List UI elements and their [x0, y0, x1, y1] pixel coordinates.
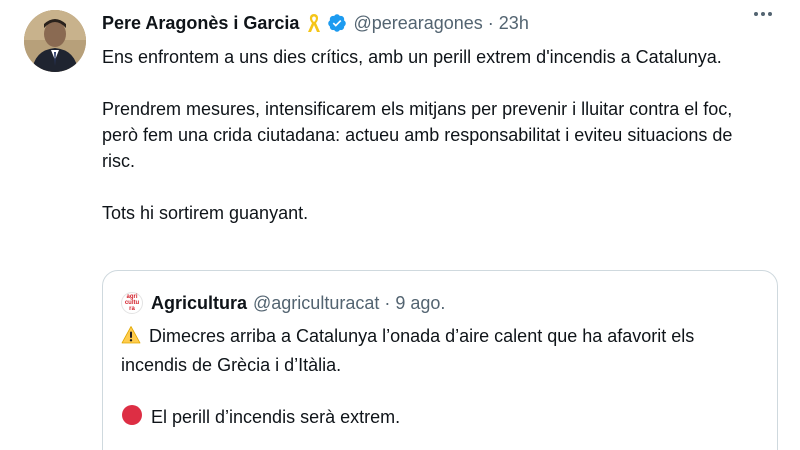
- tweet-timestamp[interactable]: 23h: [499, 13, 529, 34]
- author-handle[interactable]: @perearagones: [353, 13, 482, 34]
- warning-icon: [121, 325, 141, 352]
- quoted-paragraph-text: Dimecres arriba a Catalunya l’onada d’ai…: [121, 326, 695, 375]
- red-circle-icon: [121, 404, 143, 433]
- quoted-tweet-paragraph: El perill d’incendis serà extrem.: [121, 404, 761, 433]
- quoted-tweet-timestamp[interactable]: 9 ago.: [395, 293, 445, 314]
- verified-badge-icon: [327, 13, 347, 33]
- quoted-tweet-header: agri cultu ra Agricultura @agriculturaca…: [121, 291, 445, 315]
- header-separator: ·: [487, 12, 494, 33]
- quoted-author-avatar[interactable]: agri cultu ra: [121, 292, 143, 314]
- avatar-text-line: ra: [129, 306, 135, 312]
- quoted-header-separator: ·: [384, 292, 391, 313]
- quoted-author-name[interactable]: Agricultura: [151, 293, 247, 314]
- quoted-tweet[interactable]: agri cultu ra Agricultura @agriculturaca…: [102, 270, 778, 450]
- tweet-paragraph: Ens enfrontem a uns dies crítics, amb un…: [102, 47, 722, 67]
- more-options-icon[interactable]: [754, 12, 772, 16]
- quoted-tweet-paragraph: Dimecres arriba a Catalunya l’onada d’ai…: [121, 323, 761, 378]
- yellow-ribbon-icon: [305, 12, 323, 34]
- author-avatar[interactable]: [24, 10, 86, 72]
- tweet-text: Ens enfrontem a uns dies crítics, amb un…: [102, 44, 762, 252]
- quoted-paragraph-text: El perill d’incendis serà extrem.: [151, 407, 401, 427]
- tweet-paragraph: Prendrem mesures, intensificarem els mit…: [102, 99, 733, 171]
- author-name[interactable]: Pere Aragonès i Garcia: [102, 13, 299, 34]
- quoted-tweet-text: Dimecres arriba a Catalunya l’onada d’ai…: [121, 323, 761, 450]
- tweet-paragraph: Tots hi sortirem guanyant.: [102, 203, 309, 223]
- tweet-header: Pere Aragonès i Garcia @perearagones · 2…: [102, 10, 529, 36]
- quoted-author-handle[interactable]: @agriculturacat: [253, 293, 379, 314]
